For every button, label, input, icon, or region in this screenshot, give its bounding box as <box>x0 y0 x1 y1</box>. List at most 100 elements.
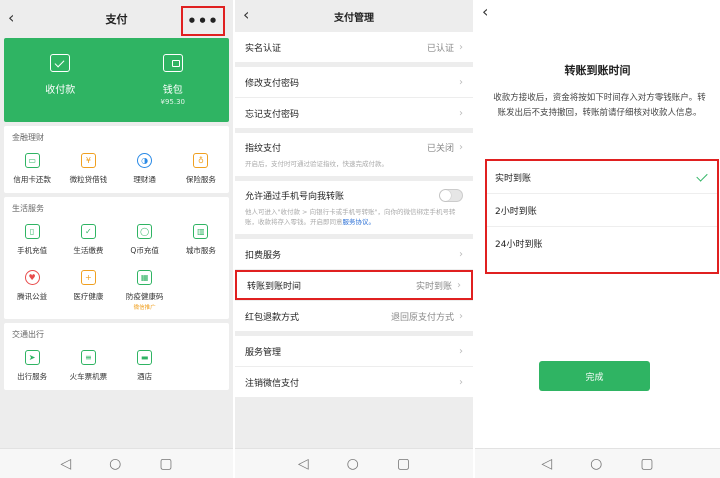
forgot-password-row[interactable]: 忘记支付密码 › <box>235 98 473 128</box>
grid-item-charity[interactable]: ♥ 腾讯公益 <box>4 270 60 311</box>
phone-recharge-icon: ▯ <box>24 224 40 239</box>
grid-item-phone-recharge[interactable]: ▯ 手机充值 <box>4 224 60 256</box>
wallet-label: 钱包 <box>162 85 183 96</box>
option-2-hours[interactable]: 2小时到账 <box>487 194 717 227</box>
wallet-icon <box>162 54 183 72</box>
transfer-arrival-time-row[interactable]: 转账到账时间 实时到账 › <box>235 270 473 300</box>
realname-status: 已认证 <box>426 43 454 54</box>
chevron-right-icon: › <box>459 76 463 88</box>
wallet-button[interactable]: 钱包 ¥95.30 <box>128 54 218 106</box>
nav-home-icon[interactable]: ○ <box>347 456 359 472</box>
life-services-section: 生活服务 ▯ 手机充值 ✓ 生活缴费 ◯ Q币充值 ▥ 城市服务 ♥ 腾讯公益 + 医疗健康… <box>4 197 229 319</box>
arrival-time-value: 实时到账 <box>415 281 452 292</box>
section-title: 交通出行 <box>12 330 44 339</box>
chevron-right-icon: › <box>457 279 461 291</box>
chevron-right-icon: › <box>459 248 463 260</box>
fingerprint-desc: 开启后，支付时可通过验证指纹，快速完成付款。 <box>245 160 388 168</box>
chevron-right-icon: › <box>459 376 463 388</box>
hotel-icon: ▬ <box>137 350 153 365</box>
fingerprint-status: 已关闭 <box>426 144 454 154</box>
option-24-hours[interactable]: 24小时到账 <box>487 227 717 260</box>
red-packet-refund-row[interactable]: 红包退款方式 退回原支付方式 › <box>235 301 473 331</box>
city-icon: ▥ <box>193 224 209 239</box>
medical-icon: + <box>80 270 96 285</box>
nav-recent-icon[interactable]: ▢ <box>397 456 410 472</box>
nav-back-icon[interactable]: ◁ <box>541 456 552 472</box>
qcoin-icon: ◯ <box>137 224 153 239</box>
cancel-wechat-pay-row[interactable]: 注销微信支付 › <box>235 367 473 397</box>
service-management-row[interactable]: 服务管理 › <box>235 336 473 366</box>
grid-item-utility[interactable]: ✓ 生活缴费 <box>60 224 116 256</box>
chevron-left-icon[interactable]: ‹ <box>243 5 249 24</box>
allow-phone-transfer-row: 允许通过手机号向我转账 他人可进入"收付款 > 向银行卡或手机号转账"，向你的微… <box>235 181 473 234</box>
section-title: 生活服务 <box>12 204 44 213</box>
utility-icon: ✓ <box>80 224 96 239</box>
realname-row[interactable]: 实名认证 已认证 › <box>235 32 473 62</box>
nav-back-icon[interactable]: ◁ <box>60 456 71 472</box>
wallet-card: 收付款 钱包 ¥95.30 <box>4 38 229 122</box>
transport-section: 交通出行 ➤ 出行服务 ≡ 火车票机票 ▬ 酒店 <box>4 323 229 390</box>
deduction-service-row[interactable]: 扣费服务 › <box>235 239 473 269</box>
transfer-arrival-time-panel: ‹ 转账到账时间 收款方接收后，资金将按如下时间存入对方零钱账户。转账发出后不支… <box>475 0 720 478</box>
chevron-right-icon: › <box>459 107 463 119</box>
page-title: 支付管理 <box>334 12 374 24</box>
chevron-left-icon[interactable]: ‹ <box>8 8 14 27</box>
nav-home-icon[interactable]: ○ <box>109 456 121 472</box>
fingerprint-row[interactable]: 指纹支付 已关闭 › 开启后，支付时可通过验证指纹，快速完成付款。 <box>235 133 473 176</box>
train-icon: ≡ <box>80 350 96 365</box>
grid-item-train[interactable]: ≡ 火车票机票 <box>60 350 116 382</box>
chevron-right-icon: › <box>459 41 463 53</box>
section-title: 金融理财 <box>12 133 44 142</box>
wallet-panel: ‹ 支付 ••• 收付款 钱包 ¥95.30 金融理财 ▭ 信用卡还款 ¥ 微粒贷借… <box>0 0 233 478</box>
pay-receive-label: 收付款 <box>45 85 76 96</box>
option-realtime[interactable]: 实时到账 <box>487 161 717 194</box>
grid-item-city[interactable]: ▥ 城市服务 <box>173 224 229 256</box>
system-nav-bar: ◁ ○ ▢ <box>0 448 233 478</box>
grid-item-health-code[interactable]: ▦ 防疫健康码 微信推广 <box>117 270 173 311</box>
page-description: 收款方接收后，资金将按如下时间存入对方零钱账户。转账发出后不支持撤回，转账前请仔… <box>493 93 706 118</box>
system-nav-bar: ◁ ○ ▢ <box>475 448 720 478</box>
page-title: 转账到账时间 <box>564 64 631 77</box>
grid-item-qcoin[interactable]: ◯ Q币充值 <box>117 224 173 256</box>
grid-item-travel[interactable]: ➤ 出行服务 <box>4 350 60 382</box>
chevron-left-icon[interactable]: ‹ <box>482 2 488 21</box>
scan-icon <box>50 54 71 72</box>
pay-receive-button[interactable]: 收付款 <box>15 54 105 106</box>
promo-tag: 微信推广 <box>133 305 156 311</box>
nav-recent-icon[interactable]: ▢ <box>159 456 172 472</box>
nav-home-icon[interactable]: ○ <box>590 456 602 472</box>
grid-item-hotel[interactable]: ▬ 酒店 <box>117 350 173 382</box>
finance-section: 金融理财 ▭ 信用卡还款 ¥ 微粒贷借钱 ◑ 理财通 ♁ 保险服务 <box>4 126 229 193</box>
change-password-row[interactable]: 修改支付密码 › <box>235 67 473 97</box>
service-agreement-link[interactable]: 服务协议。 <box>343 218 376 226</box>
system-nav-bar: ◁ ○ ▢ <box>235 448 473 478</box>
health-code-icon: ▦ <box>137 270 153 285</box>
page-title: 支付 <box>105 13 128 26</box>
grid-item-wealth[interactable]: ◑ 理财通 <box>117 153 173 185</box>
grid-item-medical[interactable]: + 医疗健康 <box>60 270 116 311</box>
done-button[interactable]: 完成 <box>539 361 650 391</box>
arrival-time-options: 实时到账 2小时到账 24小时到账 <box>485 159 719 274</box>
charity-icon: ♥ <box>24 270 40 285</box>
nav-recent-icon[interactable]: ▢ <box>640 456 653 472</box>
more-options-button[interactable]: ••• <box>181 6 225 36</box>
chevron-right-icon: › <box>459 345 463 357</box>
top-bar: ‹ 支付 ••• <box>0 0 233 38</box>
top-bar: ‹ 支付管理 <box>235 0 473 32</box>
wallet-balance: ¥95.30 <box>160 98 186 106</box>
travel-icon: ➤ <box>24 350 40 365</box>
allow-transfer-toggle[interactable] <box>439 189 463 202</box>
insurance-icon: ♁ <box>193 153 209 168</box>
credit-card-icon: ▭ <box>24 153 40 168</box>
grid-item-loan[interactable]: ¥ 微粒贷借钱 <box>60 153 116 185</box>
loan-icon: ¥ <box>80 153 96 168</box>
chevron-right-icon: › <box>459 142 463 153</box>
chevron-right-icon: › <box>459 310 463 322</box>
more-icon: ••• <box>187 12 219 30</box>
refund-method-value: 退回原支付方式 <box>390 312 454 323</box>
grid-item-insurance[interactable]: ♁ 保险服务 <box>173 153 229 185</box>
wealth-icon: ◑ <box>137 153 153 168</box>
grid-item-credit-card[interactable]: ▭ 信用卡还款 <box>4 153 60 185</box>
payment-management-panel: ‹ 支付管理 实名认证 已认证 › 修改支付密码 › 忘记支付密码 › 指纹支付 … <box>235 0 473 478</box>
nav-back-icon[interactable]: ◁ <box>298 456 309 472</box>
